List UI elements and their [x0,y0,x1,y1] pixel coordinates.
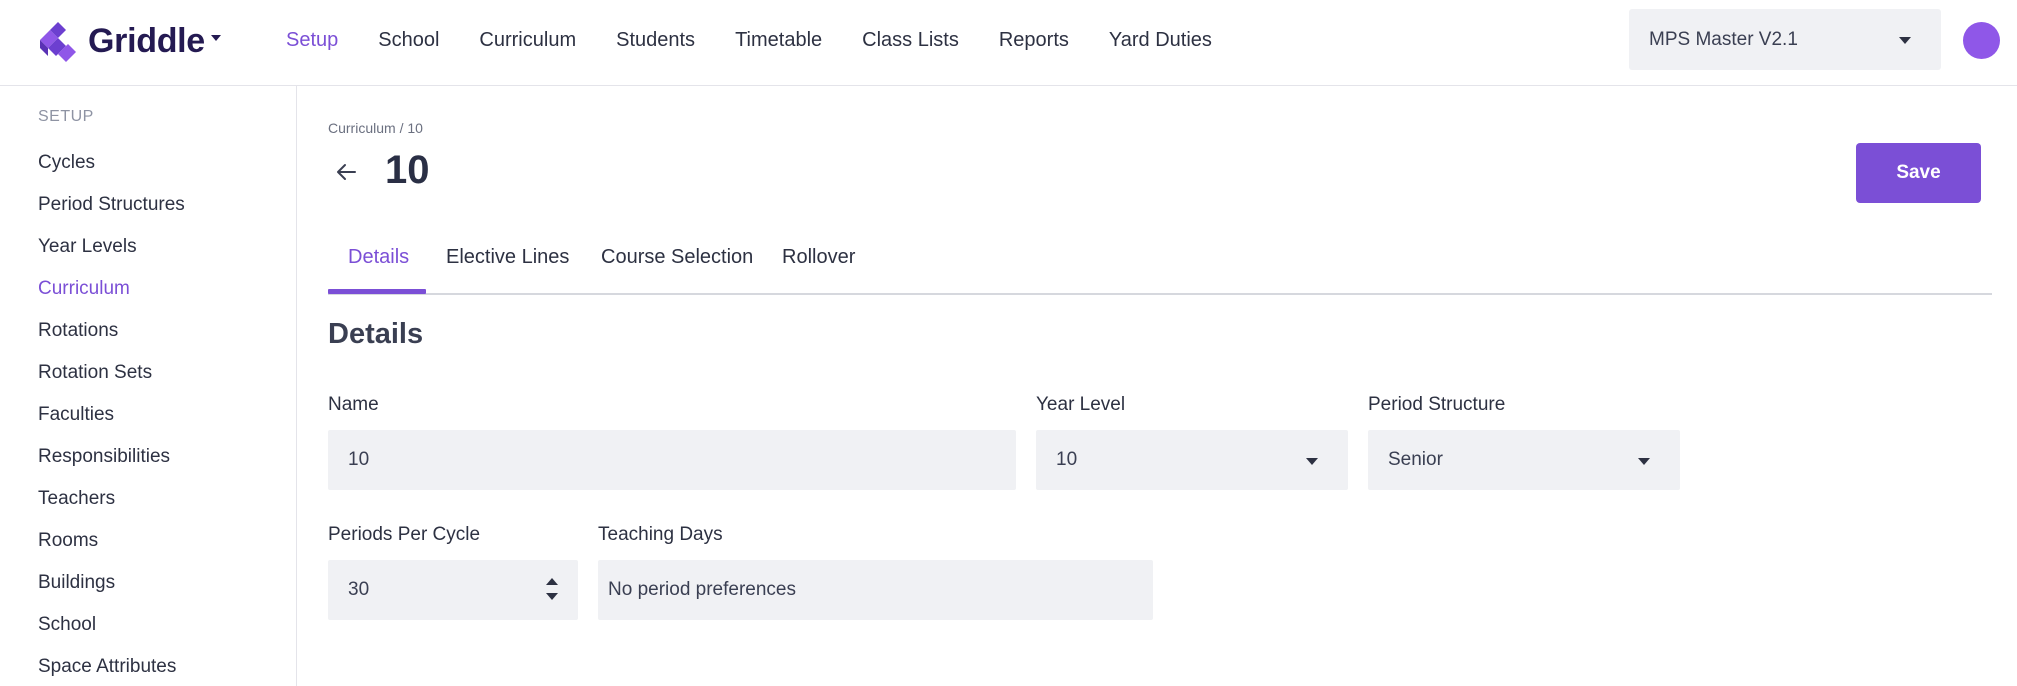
period-structure-select[interactable]: Senior [1368,430,1680,490]
nav-item-yard-duties[interactable]: Yard Duties [1109,29,1212,52]
back-arrow-icon[interactable] [334,160,358,184]
teaching-days-value: No period preferences [608,579,796,600]
nav-item-timetable[interactable]: Timetable [735,29,822,52]
sidebar-item-year-levels[interactable]: Year Levels [38,236,137,258]
sidebar-item-responsibilities[interactable]: Responsibilities [38,446,170,468]
periods-per-cycle-label: Periods Per Cycle [328,524,481,545]
tab-elective-lines[interactable]: Elective Lines [446,246,569,269]
chevron-down-icon [1899,37,1911,44]
year-level-select[interactable]: 10 [1036,430,1348,490]
sidebar-item-teachers[interactable]: Teachers [38,488,115,510]
section-title: Details [328,318,424,350]
teaching-days-label: Teaching Days [598,524,723,545]
sidebar-item-rotations[interactable]: Rotations [38,320,118,342]
year-level-label: Year Level [1036,394,1126,415]
tab-details[interactable]: Details [348,246,409,269]
number-stepper-icon[interactable] [544,574,560,604]
sidebar-item-period-structures[interactable]: Period Structures [38,194,185,216]
nav-item-class-lists[interactable]: Class Lists [862,29,959,52]
sidebar-item-curriculum[interactable]: Curriculum [38,278,130,300]
active-tab-indicator [328,289,426,294]
nav-item-students[interactable]: Students [616,29,695,52]
nav-item-reports[interactable]: Reports [999,29,1069,52]
periods-per-cycle-input[interactable]: 30 [328,560,578,620]
period-structure-label: Period Structure [1368,394,1506,415]
tab-course-selection[interactable]: Course Selection [601,246,753,269]
nav-item-setup[interactable]: Setup [286,29,338,52]
periods-per-cycle-value: 30 [348,579,370,600]
brand-logo[interactable]: Griddle [36,18,205,64]
user-avatar[interactable] [1963,22,2000,59]
tab-bar: Details Elective Lines Course Selection … [328,240,1992,295]
sidebar-item-rotation-sets[interactable]: Rotation Sets [38,362,152,384]
year-level-value: 10 [1056,449,1078,470]
brand-name: Griddle [88,21,205,60]
sidebar-heading: SETUP [38,108,94,125]
breadcrumb[interactable]: Curriculum / 10 [328,120,423,136]
nav-item-curriculum[interactable]: Curriculum [479,29,576,52]
page-title: 10 [385,148,430,192]
griddle-logo-icon [40,22,76,62]
sidebar-item-rooms[interactable]: Rooms [38,530,98,552]
sidebar: SETUP Cycles Period Structures Year Leve… [0,86,297,686]
main-nav: Setup School Curriculum Students Timetab… [286,0,1252,80]
chevron-down-icon [1306,458,1318,465]
school-select-value: MPS Master V2.1 [1649,29,1798,50]
decrement-arrow-icon[interactable] [546,593,558,600]
teaching-days-field[interactable]: No period preferences [598,560,1153,620]
nav-item-school[interactable]: School [378,29,439,52]
sidebar-item-school[interactable]: School [38,614,96,636]
sidebar-item-cycles[interactable]: Cycles [38,152,95,174]
name-label: Name [328,394,379,415]
sidebar-item-faculties[interactable]: Faculties [38,404,114,426]
tab-rollover[interactable]: Rollover [782,246,855,269]
sidebar-item-space-attributes[interactable]: Space Attributes [38,656,176,678]
increment-arrow-icon[interactable] [546,578,558,585]
save-button[interactable]: Save [1856,143,1981,203]
top-navbar: Griddle Setup School Curriculum Students… [0,0,2017,86]
chevron-down-icon [1638,458,1650,465]
period-structure-value: Senior [1388,449,1443,470]
school-select[interactable]: MPS Master V2.1 [1629,9,1941,70]
brand-menu-chevron-icon[interactable] [211,35,221,41]
sidebar-item-buildings[interactable]: Buildings [38,572,115,594]
name-value: 10 [348,449,370,470]
name-field[interactable]: 10 [328,430,1016,490]
